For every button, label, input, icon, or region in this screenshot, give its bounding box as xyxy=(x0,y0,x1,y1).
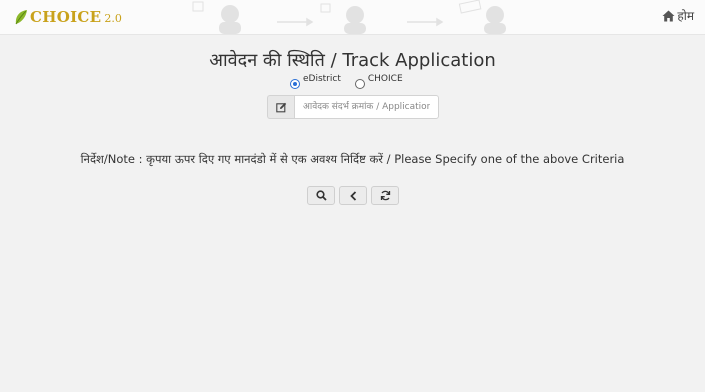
reference-input-group xyxy=(267,95,439,119)
home-link[interactable]: होम xyxy=(662,7,694,24)
search-button[interactable] xyxy=(307,186,335,205)
process-banner-graphic xyxy=(192,0,506,34)
back-button[interactable] xyxy=(339,186,367,205)
refresh-button[interactable] xyxy=(371,186,399,205)
edit-icon xyxy=(275,102,286,112)
search-icon xyxy=(315,190,327,201)
instruction-note: निर्देश/Note : कृपया ऊपर दिए गए मानदंडो … xyxy=(80,152,625,166)
back-icon xyxy=(349,190,356,201)
radio-choice[interactable]: CHOICE xyxy=(354,74,403,89)
page-title: आवेदन की स्थिति / Track Application xyxy=(209,50,496,71)
leaf-icon xyxy=(15,10,27,25)
brand-version: 2.0 xyxy=(104,11,122,25)
choice-logo[interactable]: CHOICE 2.0 xyxy=(13,4,122,30)
input-addon xyxy=(267,95,294,119)
refresh-icon xyxy=(380,190,390,201)
radio-button[interactable] xyxy=(290,79,300,89)
home-label: होम xyxy=(677,9,694,23)
radio-label-edistrict: eDistrict xyxy=(303,74,341,84)
brand-name: CHOICE xyxy=(30,8,102,26)
header-bar: CHOICE 2.0 होम xyxy=(0,0,705,35)
action-buttons xyxy=(307,186,399,205)
reference-number-input[interactable] xyxy=(294,95,439,119)
radio-button[interactable] xyxy=(354,79,365,89)
radio-label-choice: CHOICE xyxy=(367,74,403,84)
search-type-group: eDistrict CHOICE xyxy=(290,74,403,89)
home-icon xyxy=(662,10,675,21)
radio-edistrict[interactable]: eDistrict xyxy=(290,74,341,89)
